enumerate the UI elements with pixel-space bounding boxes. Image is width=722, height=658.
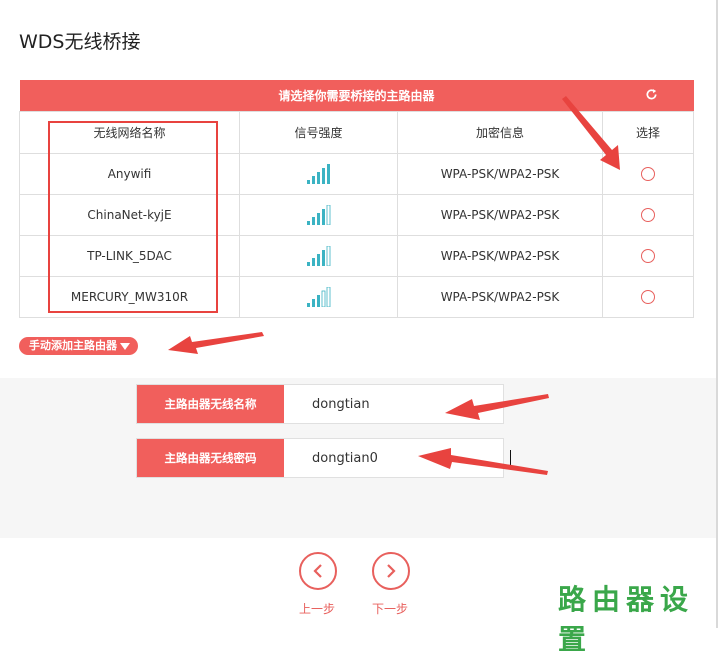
table-row[interactable]: Anywifi WPA-PSK/WPA2-PSK	[19, 153, 695, 195]
ssid-cell: TP-LINK_5DAC	[19, 235, 240, 277]
signal-strength-icon	[306, 246, 330, 266]
signal-bar	[316, 254, 320, 266]
manual-add-label: 手动添加主路由器	[29, 339, 117, 352]
select-cell	[601, 194, 695, 236]
signal-bar	[311, 217, 315, 225]
signal-bar	[311, 258, 315, 266]
select-radio[interactable]	[641, 290, 655, 305]
watermark: 路由器设置	[558, 583, 695, 656]
select-cell	[601, 235, 695, 277]
table-header-title: 请选择你需要桥接的主路由器	[278, 89, 435, 103]
signal-bar	[321, 290, 325, 307]
select-cell	[601, 153, 695, 195]
signal-bar	[306, 221, 310, 225]
signal-bar	[311, 299, 315, 307]
column-header-select: 选择	[601, 111, 695, 154]
column-header-encryption: 加密信息	[397, 111, 603, 154]
column-header-signal: 信号强度	[239, 111, 398, 154]
signal-cell	[239, 235, 398, 277]
refresh-icon[interactable]	[645, 88, 658, 101]
signal-cell	[239, 276, 398, 318]
signal-bar	[306, 180, 310, 184]
signal-bar	[316, 213, 320, 225]
signal-bar	[326, 164, 330, 184]
prev-button[interactable]	[299, 552, 337, 590]
password-field-label: 主路由器无线密码	[137, 439, 284, 477]
signal-bar	[316, 295, 320, 307]
ssid-cell: ChinaNet-kyjE	[19, 194, 240, 236]
prev-label[interactable]: 上一步	[299, 600, 335, 617]
password-field: 主路由器无线密码	[136, 438, 511, 478]
ssid-cell: Anywifi	[19, 153, 240, 195]
table-row[interactable]: TP-LINK_5DAC WPA-PSK/WPA2-PSK	[19, 235, 695, 277]
select-radio[interactable]	[641, 208, 655, 223]
signal-strength-icon	[306, 287, 330, 307]
table-header-bar: 请选择你需要桥接的主路由器	[19, 80, 694, 112]
signal-bar	[326, 246, 330, 266]
signal-bar	[306, 262, 310, 266]
select-radio[interactable]	[641, 167, 655, 182]
column-header-ssid: 无线网络名称	[19, 111, 240, 154]
signal-strength-icon	[306, 164, 330, 184]
ssid-field: 主路由器无线名称	[136, 384, 504, 424]
signal-bar	[321, 250, 325, 266]
signal-bar	[311, 176, 315, 184]
chevron-right-icon	[387, 564, 396, 578]
table-row[interactable]: MERCURY_MW310R WPA-PSK/WPA2-PSK	[19, 276, 695, 318]
chevron-left-icon	[313, 564, 322, 578]
signal-bar	[326, 205, 330, 225]
signal-strength-icon	[306, 205, 330, 225]
next-label[interactable]: 下一步	[372, 600, 408, 617]
encryption-cell: WPA-PSK/WPA2-PSK	[397, 153, 603, 195]
encryption-cell: WPA-PSK/WPA2-PSK	[397, 194, 603, 236]
encryption-cell: WPA-PSK/WPA2-PSK	[397, 235, 603, 277]
ssid-cell: MERCURY_MW310R	[19, 276, 240, 318]
signal-bar	[321, 168, 325, 184]
signal-cell	[239, 153, 398, 195]
signal-cell	[239, 194, 398, 236]
select-radio[interactable]	[641, 249, 655, 264]
select-cell	[601, 276, 695, 318]
signal-bar	[321, 209, 325, 225]
encryption-cell: WPA-PSK/WPA2-PSK	[397, 276, 603, 318]
signal-bar	[326, 287, 330, 307]
signal-bar	[306, 303, 310, 307]
arrow-to-manual-add	[168, 332, 264, 354]
page-title: WDS无线桥接	[19, 31, 141, 53]
ssid-field-label: 主路由器无线名称	[137, 385, 284, 423]
signal-bar	[316, 172, 320, 184]
scrollbar[interactable]	[716, 0, 718, 628]
manual-add-router-button[interactable]: 手动添加主路由器	[19, 337, 138, 355]
next-button[interactable]	[372, 552, 410, 590]
text-caret	[510, 450, 511, 467]
ssid-input[interactable]	[284, 385, 503, 423]
dropdown-triangle-icon	[120, 342, 130, 350]
wifi-network-table: 请选择你需要桥接的主路由器 无线网络名称 信号强度 加密信息 选择 Anywif…	[19, 80, 695, 318]
table-row[interactable]: ChinaNet-kyjE WPA-PSK/WPA2-PSK	[19, 194, 695, 236]
password-input[interactable]	[284, 439, 503, 477]
column-header-row: 无线网络名称 信号强度 加密信息 选择	[19, 111, 695, 154]
